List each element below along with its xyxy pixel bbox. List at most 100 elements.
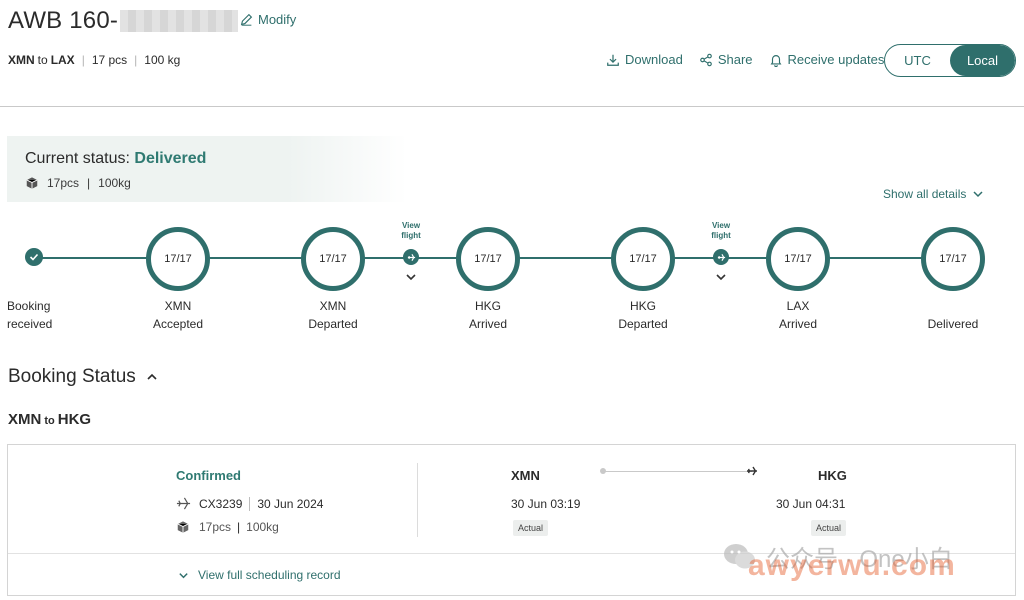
header-divider [0, 106, 1024, 107]
view-flight-line1: View [401, 221, 421, 230]
view-flight-line2: flight [711, 231, 731, 240]
view-scheduling-record-link[interactable]: View full scheduling record [178, 568, 341, 582]
node-line1: HKG [629, 299, 656, 313]
current-status-label: Current status: [25, 150, 130, 167]
awb-title-row: AWB 160- [8, 6, 239, 36]
show-all-details-label: Show all details [883, 187, 967, 201]
plane-icon [407, 253, 415, 261]
summary-origin: XMN [8, 53, 35, 67]
header-actions: Download Share Receive updates [606, 52, 884, 67]
segment-cargo-divider: | [237, 520, 241, 534]
status-weight: 100kg [98, 176, 131, 190]
segment-pieces: 17pcs [199, 520, 232, 534]
summary-to: to [37, 53, 48, 67]
chevron-up-icon [147, 373, 157, 380]
destination-actual-badge: Actual [811, 520, 847, 536]
view-flight-line2: flight [401, 231, 421, 240]
node-line1: XMN [164, 299, 192, 313]
node-line2: Delivered [927, 317, 979, 331]
plane-icon [717, 253, 725, 261]
node-line2: Departed [618, 317, 668, 331]
chevron-down-icon [973, 191, 983, 198]
flight-number: CX3239 [199, 496, 243, 511]
download-label: Download [625, 52, 683, 67]
card-divider [417, 463, 418, 537]
share-icon [700, 53, 712, 66]
show-all-details-link[interactable]: Show all details [883, 187, 984, 201]
chevron-down-icon [179, 572, 188, 578]
timeline-node-xmn-departed[interactable]: 17/17 [301, 227, 365, 291]
flight-marker[interactable] [403, 249, 419, 265]
node-line1: XMN [319, 299, 347, 313]
node-count: 17/17 [319, 253, 347, 265]
segment-cargo-info: 17pcs | 100kg [176, 520, 279, 534]
segment-title: XMN to HKG [8, 411, 91, 428]
timeline-node-lax-arrived[interactable]: 17/17 [766, 227, 830, 291]
timeline-label-hkg-arrived: HKG Arrived [443, 297, 533, 333]
status-pieces: 17pcs [47, 176, 80, 190]
timeline-node-hkg-departed[interactable]: 17/17 [611, 227, 675, 291]
check-icon [29, 253, 39, 261]
timeline-node-hkg-arrived[interactable]: 17/17 [456, 227, 520, 291]
flight-info: CX3239 30 Jun 2024 [176, 496, 323, 511]
node-line1: LAX [786, 299, 810, 313]
timeline-booking-line1: Booking [7, 299, 51, 313]
node-line2: Accepted [152, 317, 204, 331]
share-label: Share [717, 52, 753, 67]
current-status-value: Delivered [134, 150, 207, 167]
segment-destination: HKG [57, 411, 92, 428]
booking-received-check [25, 248, 43, 266]
node-count: 17/17 [164, 253, 192, 265]
view-scheduling-record-label: View full scheduling record [198, 568, 341, 582]
timeline-node-delivered[interactable]: 17/17 [921, 227, 985, 291]
timezone-option-utc[interactable]: UTC [885, 45, 950, 76]
node-line2: Arrived [468, 317, 507, 331]
download-button[interactable]: Download [606, 52, 683, 67]
timeline-label-xmn-departed: XMN Departed [288, 297, 378, 333]
view-flight-line1: View [711, 221, 731, 230]
timeline-label-xmn-accepted: XMN Accepted [133, 297, 223, 333]
node-line1: HKG [474, 299, 501, 313]
awb-number-redacted [120, 10, 239, 32]
download-icon [607, 54, 619, 66]
timeline-booking-line2: received [7, 317, 53, 331]
segment-to: to [44, 415, 55, 427]
flight-info-divider [249, 496, 251, 511]
node-count: 17/17 [784, 253, 812, 265]
modify-label: Modify [258, 12, 297, 27]
flight-marker[interactable] [713, 249, 729, 265]
receive-updates-button[interactable]: Receive updates [769, 52, 884, 67]
view-flight-link[interactable]: View flight [706, 221, 736, 241]
segment-destination-code: HKG [818, 468, 847, 483]
modify-link[interactable]: Modify [240, 12, 296, 27]
summary-divider: | [134, 53, 138, 67]
summary-destination: LAX [50, 53, 75, 67]
package-icon [177, 521, 189, 533]
segment-weight: 100kg [246, 520, 279, 534]
timeline-label-lax-arrived: LAX Arrived [753, 297, 843, 333]
current-status-meta: 17pcs | 100kg [25, 176, 131, 190]
timezone-option-local[interactable]: Local [950, 45, 1015, 76]
chevron-down-icon[interactable] [405, 271, 417, 283]
node-count: 17/17 [629, 253, 657, 265]
summary-divider: | [81, 53, 85, 67]
segment-origin-code: XMN [511, 468, 540, 483]
summary-weight: 100 kg [144, 53, 181, 67]
timeline-node-xmn-accepted[interactable]: 17/17 [146, 227, 210, 291]
origin-actual-badge: Actual [513, 520, 549, 536]
timeline-label-booking: Booking received [7, 297, 97, 333]
current-status-panel: Current status: Delivered 17pcs | 100kg [7, 136, 407, 202]
watermark-site: awyerwu.com [748, 549, 956, 582]
node-line2: Arrived [778, 317, 817, 331]
chevron-down-icon[interactable] [715, 271, 727, 283]
shipment-summary: XMN to LAX | 17 pcs | 100 kg [8, 53, 180, 67]
status-meta-divider: | [87, 176, 91, 190]
booking-status-toggle[interactable]: Booking Status [8, 366, 158, 388]
view-flight-link[interactable]: View flight [396, 221, 426, 241]
timezone-toggle: UTC Local [884, 44, 1016, 77]
shipment-timeline: Booking received 17/17 XMN Accepted 17/1… [0, 215, 1024, 335]
flight-date: 30 Jun 2024 [257, 496, 324, 511]
share-button[interactable]: Share [699, 52, 753, 67]
summary-pieces: 17 pcs [91, 53, 128, 67]
current-status-title: Current status: Delivered [25, 150, 206, 168]
